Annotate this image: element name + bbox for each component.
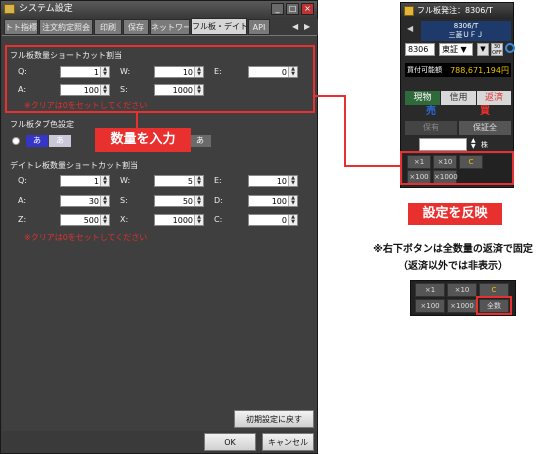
tab-network[interactable]: ネットワーク: [150, 19, 190, 35]
dt-d-stepper[interactable]: 100 ▲ ▼: [248, 195, 298, 207]
tab-repay[interactable]: 返済: [477, 91, 511, 105]
tab-cash[interactable]: 現物: [405, 91, 440, 105]
market-select[interactable]: 東証 ▼: [439, 43, 473, 56]
dropdown-icon[interactable]: ▼: [477, 43, 489, 56]
dt-e-stepper[interactable]: 10 ▲ ▼: [248, 175, 298, 187]
note-line1: ※右下ボタンは全数量の返済で固定: [373, 244, 533, 255]
maximize-button[interactable]: □: [286, 3, 299, 15]
tab-scroll-left-icon[interactable]: ◀: [292, 22, 298, 31]
tab-print[interactable]: 印刷: [94, 19, 122, 35]
search-icon[interactable]: [505, 43, 515, 53]
panel-titlebar: フル板発注：8306/T: [401, 3, 513, 19]
spin-arrows-icon[interactable]: ▲ ▼: [100, 215, 109, 225]
quantity-input[interactable]: [419, 138, 467, 151]
example-clear-button[interactable]: C: [479, 283, 509, 297]
dt-w-stepper[interactable]: 5 ▲ ▼: [154, 175, 204, 187]
tab-margin[interactable]: 信用: [441, 91, 476, 105]
dt-label-x: X:: [120, 215, 129, 224]
spin-arrows-icon[interactable]: ▲ ▼: [288, 215, 297, 225]
connector-line-h1: [315, 95, 345, 97]
reset-defaults-button[interactable]: 初期設定に戻す: [234, 410, 314, 428]
daytrade-clear-note: ※クリアは0をセットしてください: [24, 233, 148, 242]
prev-stock-icon[interactable]: ◀: [407, 24, 413, 33]
tab-fullboard-daytrade[interactable]: フル板・デイトレ板: [191, 18, 247, 35]
dt-label-a: A:: [18, 196, 27, 205]
buying-power-label: 買付可能額: [407, 66, 442, 74]
spin-arrows-icon[interactable]: ▲ ▼: [194, 215, 203, 225]
tab-scroll-right-icon[interactable]: ▶: [304, 22, 310, 31]
color-swatch-gray[interactable]: あ: [189, 135, 211, 147]
spin-arrows-icon[interactable]: ▲ ▼: [288, 176, 297, 186]
window-titlebar: システム設定 _ □ ×: [1, 1, 317, 17]
dt-z-stepper[interactable]: 500 ▲ ▼: [60, 214, 110, 226]
dt-label-s: S:: [120, 196, 128, 205]
close-button[interactable]: ×: [301, 3, 314, 15]
example-x1000-button[interactable]: ×1000: [447, 299, 477, 313]
dt-c-stepper[interactable]: 0 ▲ ▼: [248, 214, 298, 226]
tab-api[interactable]: API: [248, 19, 270, 35]
dt-q-stepper[interactable]: 1 ▲ ▼: [60, 175, 110, 187]
dt-label-z: Z:: [18, 215, 27, 224]
dt-label-q: Q:: [18, 176, 27, 185]
dt-label-c: C:: [214, 215, 223, 224]
note-line2: （返済以外では非表示）: [398, 261, 508, 272]
connector-line-h2: [344, 165, 402, 167]
window-title: システム設定: [19, 4, 73, 14]
color-swatch-light[interactable]: あ: [49, 135, 71, 147]
qty-spin-icon[interactable]: ▲ ▼: [471, 138, 476, 150]
spin-arrows-icon[interactable]: ▲ ▼: [100, 196, 109, 206]
example-x10-button[interactable]: ×10: [447, 283, 477, 297]
code-input[interactable]: 8306: [405, 43, 435, 56]
buying-power-value: 788,671,194円: [450, 66, 509, 75]
order-app-icon: [404, 6, 414, 16]
color-swatch-row: あ あ: [12, 135, 72, 149]
tab-indicator[interactable]: トト指標: [4, 19, 38, 35]
dt-label-w: W:: [120, 176, 131, 185]
all-button-highlight-box: [476, 296, 512, 315]
input-callout: 数量を入力: [95, 128, 191, 152]
margin-all-button[interactable]: 保証全: [459, 121, 511, 135]
dt-s-stepper[interactable]: 50 ▲ ▼: [154, 195, 204, 207]
app-icon: [4, 4, 15, 14]
qty-unit: 株: [481, 141, 488, 149]
spin-arrows-icon[interactable]: ▲ ▼: [194, 176, 203, 186]
spin-arrows-icon[interactable]: ▲ ▼: [194, 196, 203, 206]
dt-a-stepper[interactable]: 30 ▲ ▼: [60, 195, 110, 207]
dt-label-d: D:: [214, 196, 223, 205]
sell-button[interactable]: 売: [405, 105, 457, 119]
example-x100-button[interactable]: ×100: [415, 299, 445, 313]
ok-button[interactable]: OK: [204, 433, 256, 451]
reflect-callout: 設定を反映: [408, 203, 502, 225]
daytrade-group-title: デイトレ板数量ショートカット割当: [10, 161, 138, 170]
trade-type-tabs: 現物 信用 返済: [405, 91, 511, 105]
color-radio-icon[interactable]: [12, 137, 20, 145]
spin-arrows-icon[interactable]: ▲ ▼: [100, 176, 109, 186]
buy-button[interactable]: 買: [459, 105, 511, 119]
holding-button[interactable]: 保有: [405, 121, 457, 135]
color-group-title: フル板タブ色設定: [10, 120, 74, 129]
dt-x-stepper[interactable]: 1000 ▲ ▼: [154, 214, 204, 226]
spin-arrows-icon[interactable]: ▲ ▼: [288, 196, 297, 206]
input-highlight-box: [5, 45, 315, 113]
dt-label-e: E:: [214, 176, 222, 185]
buying-power-row: 買付可能額 788,671,194円: [405, 63, 511, 77]
minimize-button[interactable]: _: [271, 3, 284, 15]
opt-info-icon[interactable]: 30 OFF: [491, 43, 503, 56]
settings-tabs: トト指標 注文約定照会 印刷 保存 ネットワーク フル板・デイトレ板 API ◀…: [2, 18, 318, 35]
cancel-button[interactable]: キャンセル: [262, 433, 314, 451]
connector-line-v: [344, 95, 346, 166]
tab-order-inquiry[interactable]: 注文約定照会: [39, 19, 93, 35]
tab-save[interactable]: 保存: [123, 19, 149, 35]
stock-name: 三菱ＵＦＪ: [421, 30, 511, 41]
reflect-highlight-box: [400, 151, 514, 185]
example-x1-button[interactable]: ×1: [415, 283, 445, 297]
panel-title: フル板発注：8306/T: [417, 6, 493, 15]
callout-connector: [136, 113, 138, 128]
color-swatch-blue[interactable]: あ: [26, 135, 48, 147]
